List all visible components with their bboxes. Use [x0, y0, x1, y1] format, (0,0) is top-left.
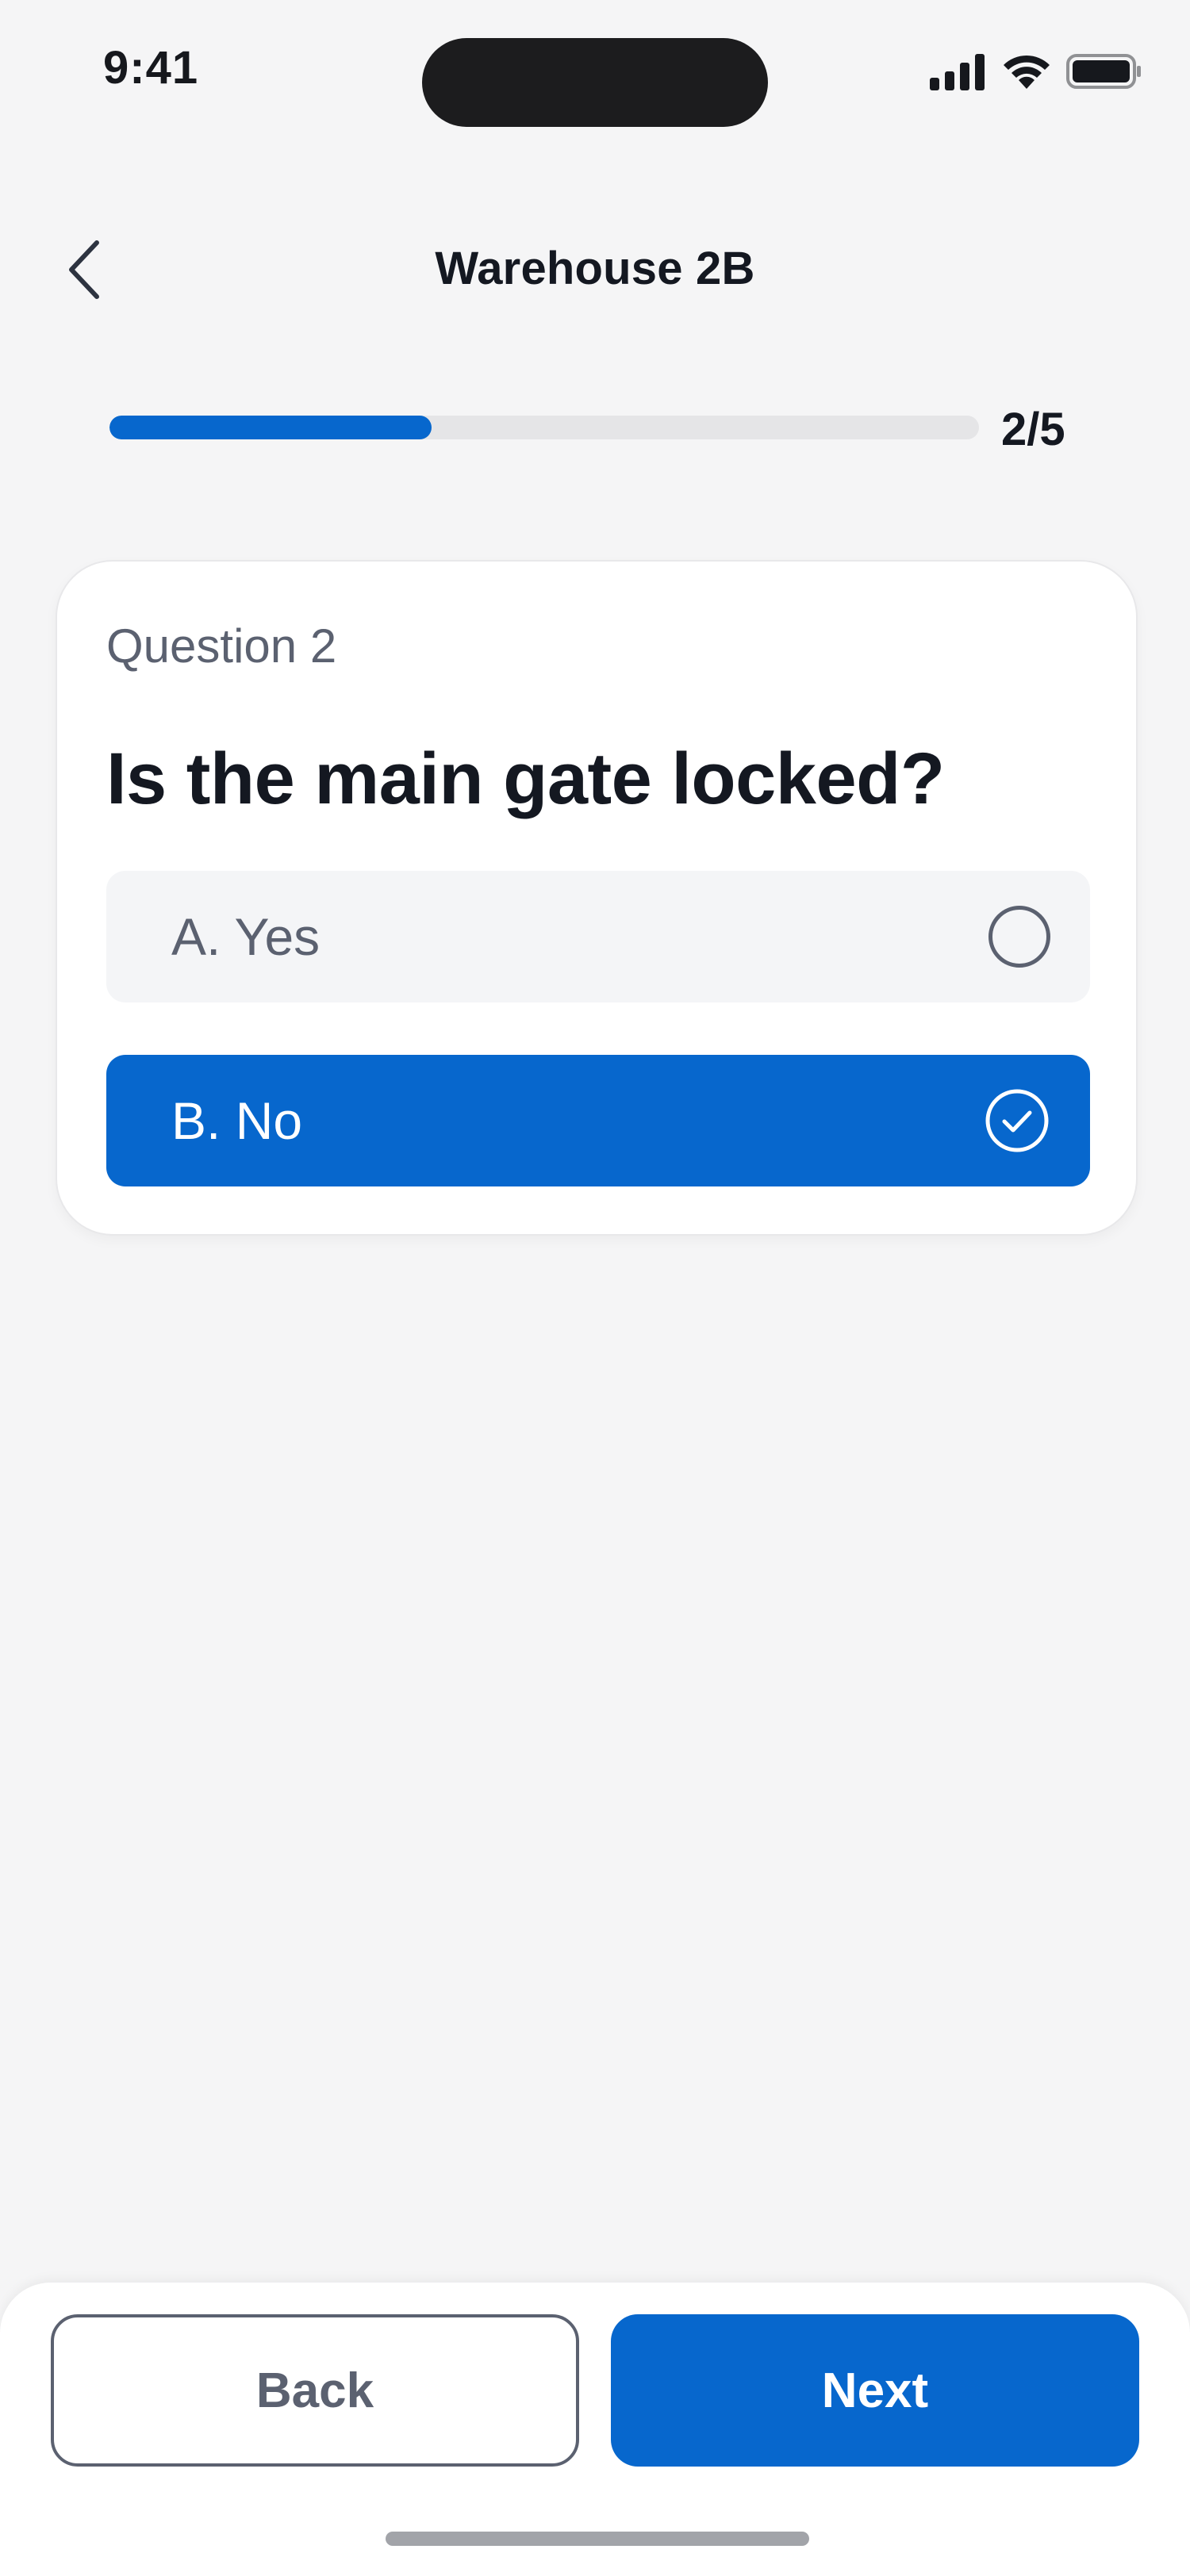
back-button[interactable]: Back [51, 2314, 579, 2467]
answer-option-label: A. Yes [171, 907, 321, 966]
question-number: Question 2 [106, 619, 337, 673]
answer-option-label: B. No [171, 1091, 303, 1150]
battery-icon [1066, 54, 1141, 89]
next-button[interactable]: Next [611, 2314, 1139, 2467]
status-icons [930, 52, 1142, 90]
progress-count: 2/5 [1001, 404, 1065, 455]
progress-fill [109, 416, 432, 439]
dynamic-island [422, 38, 768, 127]
answer-option-yes[interactable]: A. Yes [106, 871, 1090, 1002]
home-indicator[interactable] [386, 2532, 809, 2546]
status-time: 9:41 [103, 42, 199, 94]
check-circle-icon [985, 1089, 1049, 1152]
answer-option-no[interactable]: B. No [106, 1055, 1090, 1186]
question-text: Is the main gate locked? [106, 738, 945, 819]
progress-bar [109, 416, 979, 439]
cellular-signal-icon [930, 54, 985, 90]
wifi-icon [1004, 55, 1050, 89]
radio-unchecked-icon [988, 906, 1050, 968]
screen-title: Warehouse 2B [435, 243, 755, 294]
question-card: Question 2 Is the main gate locked? A. Y… [56, 560, 1138, 1236]
